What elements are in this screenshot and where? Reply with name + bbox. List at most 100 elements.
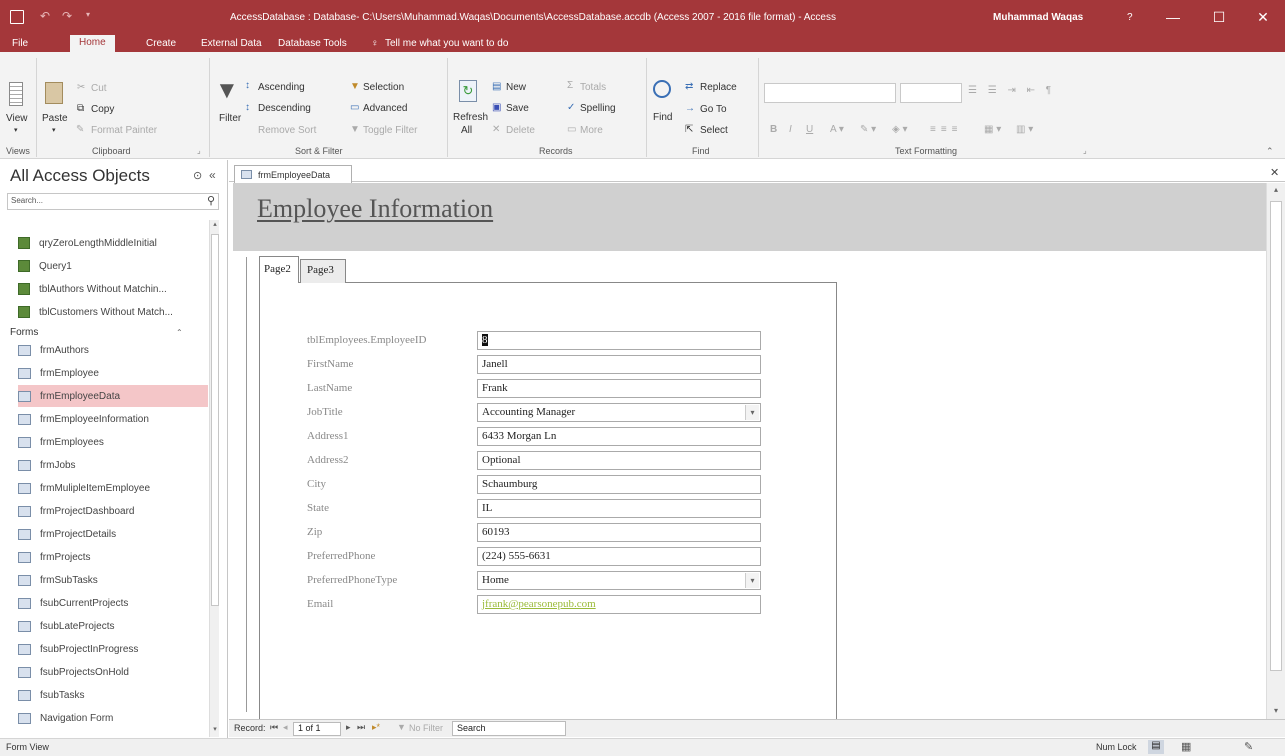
next-record-icon[interactable]: ▸ [346,722,351,733]
search-icon[interactable]: ⚲ [207,194,215,207]
nav-query-item[interactable]: tblCustomers Without Match... [18,301,208,323]
design-view-icon[interactable]: ✎ [1244,740,1253,753]
totals-button[interactable]: Totals [580,82,606,93]
field-textbox[interactable]: 60193 [477,523,761,542]
tab-page2[interactable]: Page2 [259,256,299,283]
tab-frmEmployeeData[interactable]: frmEmployeeData [234,165,352,183]
alternate-row-icon[interactable]: ▥ ▾ [1016,124,1033,135]
maximize-button[interactable]: ☐ [1196,0,1242,34]
descending-button[interactable]: Descending [258,103,311,114]
scroll-thumb[interactable] [211,234,219,606]
last-record-icon[interactable]: ⏭ [357,722,365,733]
nav-form-item[interactable]: frmEmployee [18,362,208,384]
nav-form-item[interactable]: frmProjectDashboard [18,500,208,522]
form-view-icon[interactable]: ▤ [1148,740,1164,754]
field-textbox[interactable]: jfrank@pearsonepub.com [477,595,761,614]
underline-icon[interactable]: U [806,124,813,135]
field-textbox[interactable]: Optional [477,451,761,470]
selection-button[interactable]: Selection [363,82,404,93]
italic-icon[interactable]: I [789,124,792,135]
format-painter-button[interactable]: Format Painter [91,125,157,136]
field-textbox[interactable]: (224) 555-6631 [477,547,761,566]
nav-query-item[interactable]: Query1 [18,255,208,277]
save-icon[interactable] [10,10,24,24]
previous-record-icon[interactable]: ◂ [283,722,288,733]
nav-form-item[interactable]: frmEmployeeInformation [18,408,208,430]
nav-pane-title[interactable]: All Access Objects [10,166,150,186]
view-icon[interactable] [9,82,23,106]
layout-view-icon[interactable]: ▦ [1181,740,1191,753]
paste-button[interactable]: Paste [42,113,68,124]
cut-button[interactable]: Cut [91,83,107,94]
nav-menu-icon[interactable]: ⊙ [193,169,202,182]
copy-button[interactable]: Copy [91,104,114,115]
chevron-down-icon[interactable]: ▾ [52,126,56,134]
tab-page3[interactable]: Page3 [300,259,346,283]
nav-form-item[interactable]: frmSubTasks [18,569,208,591]
find-button[interactable]: Find [653,112,672,123]
refresh-all-button[interactable]: Refresh [453,112,488,123]
bold-icon[interactable]: B [770,124,777,135]
close-button[interactable]: ✕ [1240,0,1285,34]
advanced-button[interactable]: Advanced [363,103,407,114]
nav-form-item[interactable]: fsubProjectInProgress [18,638,208,660]
nav-search-input[interactable]: Search... [11,196,43,205]
nav-form-item[interactable]: frmProjects [18,546,208,568]
shutter-bar-icon[interactable]: « [209,168,216,182]
no-filter-button[interactable]: No Filter [409,723,443,733]
dialog-launcher-icon[interactable]: ⌟ [197,146,201,155]
filter-button[interactable]: Filter [219,113,241,124]
replace-button[interactable]: Replace [700,82,737,93]
nav-form-item[interactable]: frmJobs [18,454,208,476]
bullets-icon[interactable]: ☰ ☰ ⇥ ⇤ ¶ [968,85,1055,96]
goto-button[interactable]: Go To [700,104,727,115]
delete-button[interactable]: Delete [506,125,535,136]
chevron-down-icon[interactable]: ▾ [745,405,759,420]
fill-color-icon[interactable]: ◈ ▾ [892,124,908,135]
nav-query-item[interactable]: qryZeroLengthMiddleInitial [18,232,208,254]
undo-icon[interactable]: ↶ [40,9,50,23]
scroll-thumb[interactable] [1270,201,1282,671]
nav-form-item[interactable]: frmAuthors [18,339,208,361]
scroll-down-arrow[interactable]: ▾ [210,725,220,737]
user-name[interactable]: Muhammad Waqas [993,12,1083,23]
tab-file[interactable]: File [12,36,28,52]
nav-query-item[interactable]: tblAuthors Without Matchin... [18,278,208,300]
field-textbox[interactable]: 8 [477,331,761,350]
scroll-up-arrow[interactable]: ▴ [1267,185,1285,194]
nav-form-item[interactable]: frmEmployeeData [18,385,208,407]
save-record-button[interactable]: Save [506,103,529,114]
find-icon[interactable] [653,80,671,98]
tab-create[interactable]: Create [146,36,176,52]
current-record-box[interactable]: 1 of 1 [293,722,341,736]
toggle-filter-button[interactable]: Toggle Filter [363,125,417,136]
field-combobox[interactable]: Home ▾ [477,571,761,590]
scroll-down-arrow[interactable]: ▾ [1267,706,1285,715]
nav-search-box[interactable]: Search... ⚲ [7,193,219,210]
field-textbox[interactable]: Janell [477,355,761,374]
font-color-icon[interactable]: A ▾ [830,124,844,135]
nav-form-item[interactable]: frmEmployees [18,431,208,453]
align-icon[interactable]: ≡≡≡ [930,124,963,135]
highlight-icon[interactable]: ✎ ▾ [860,124,876,135]
nav-form-item[interactable]: frmProjectDetails [18,523,208,545]
minimize-button[interactable]: — [1150,0,1196,34]
new-record-button[interactable]: New [506,82,526,93]
field-textbox[interactable]: Frank [477,379,761,398]
tell-me-search[interactable]: Tell me what you want to do [385,36,508,52]
field-textbox[interactable]: Schaumburg [477,475,761,494]
field-textbox[interactable]: IL [477,499,761,518]
nav-form-item[interactable]: fsubLateProjects [18,615,208,637]
font-size-select[interactable] [900,83,962,103]
form-scrollbar[interactable]: ▴ ▾ [1266,183,1285,719]
nav-scrollbar[interactable]: ▴ ▾ [209,220,219,737]
field-combobox[interactable]: Accounting Manager ▾ [477,403,761,422]
help-button[interactable]: ? [1127,12,1133,23]
new-blank-record-icon[interactable]: ▸* [372,722,380,733]
remove-sort-button[interactable]: Remove Sort [258,125,316,136]
collapse-group-icon[interactable]: ⌃ [176,328,183,337]
customize-qat-icon[interactable]: ▾ [86,10,90,19]
chevron-down-icon[interactable]: ▾ [14,126,18,134]
nav-form-item[interactable]: fsubTasks [18,684,208,706]
nav-form-item[interactable]: fsubCurrentProjects [18,592,208,614]
